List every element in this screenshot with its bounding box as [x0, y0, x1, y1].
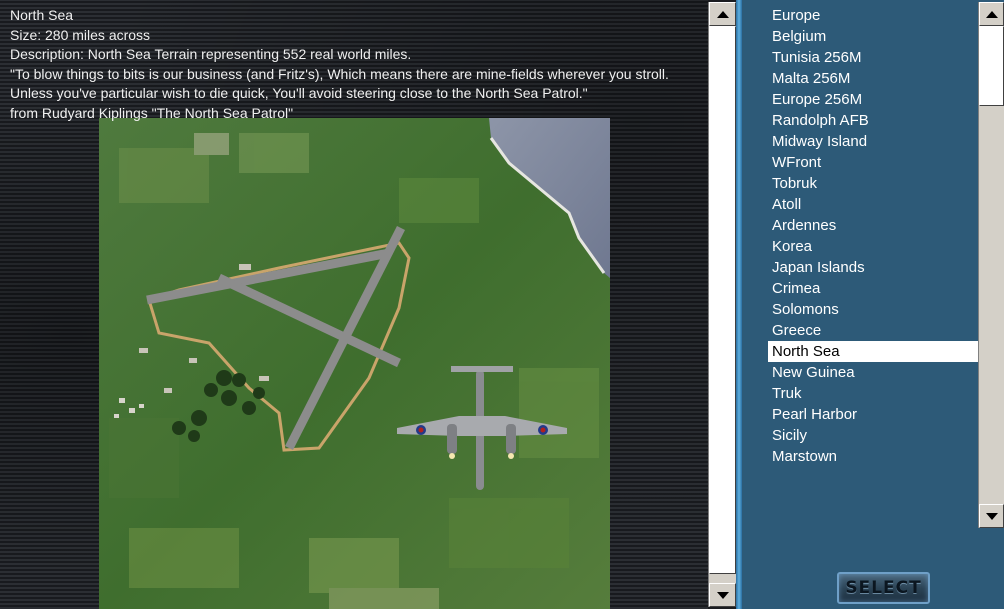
map-list-item[interactable]: Pearl Harbor [768, 404, 978, 425]
arrow-up-icon [716, 10, 729, 18]
map-list-item[interactable]: Midway Island [768, 131, 978, 152]
map-list-item[interactable]: Tunisia 256M [768, 47, 978, 68]
map-list-item[interactable]: Europe [768, 5, 978, 26]
map-list-item[interactable]: Sicily [768, 425, 978, 446]
map-list: Europe Belgium Tunisia 256M Malta 256M Europ… [768, 5, 978, 467]
scroll-thumb[interactable] [979, 26, 1004, 106]
map-list-item[interactable]: North Sea [768, 341, 978, 362]
arrow-up-icon [985, 10, 998, 18]
map-list-item[interactable]: Korea [768, 236, 978, 257]
map-list-item[interactable]: WFront [768, 152, 978, 173]
map-list-item[interactable]: Crimea [768, 278, 978, 299]
map-list-item[interactable]: Ardennes [768, 215, 978, 236]
scroll-up-button[interactable] [979, 2, 1004, 26]
select-button[interactable]: SELECT [837, 572, 930, 604]
map-quote: "To blow things to bits is our business … [10, 65, 669, 102]
map-info-panel: North Sea Size: 280 miles across Descrip… [0, 0, 708, 609]
scroll-thumb[interactable] [709, 26, 736, 574]
description-scrollbar[interactable] [708, 2, 736, 607]
map-quote-attribution: from Rudyard Kiplings "The North Sea Pat… [10, 104, 294, 121]
map-list-item[interactable]: Truk [768, 383, 978, 404]
arrow-down-icon [716, 591, 729, 599]
map-list-item[interactable]: Randolph AFB [768, 110, 978, 131]
map-list-item[interactable]: New Guinea [768, 362, 978, 383]
map-list-item[interactable]: Malta 256M [768, 68, 978, 89]
scroll-down-button[interactable] [709, 583, 736, 607]
map-list-item[interactable]: Tobruk [768, 173, 978, 194]
map-description: North Sea Size: 280 miles across Descrip… [10, 6, 705, 123]
terrain-preview-image [99, 118, 610, 609]
scroll-down-button[interactable] [979, 504, 1004, 528]
map-list-item[interactable]: Marstown [768, 446, 978, 467]
map-list-item[interactable]: Solomons [768, 299, 978, 320]
map-list-item[interactable]: Belgium [768, 26, 978, 47]
map-list-item[interactable]: Europe 256M [768, 89, 978, 110]
map-title: North Sea [10, 7, 74, 23]
map-size: Size: 280 miles across [10, 26, 151, 43]
map-list-item[interactable]: Greece [768, 320, 978, 341]
map-list-scrollbar[interactable] [978, 2, 1004, 528]
map-list-item[interactable]: Japan Islands [768, 257, 978, 278]
map-list-item[interactable]: Atoll [768, 194, 978, 215]
map-description-line: Description: North Sea Terrain represent… [10, 46, 412, 62]
arrow-down-icon [985, 512, 998, 520]
scroll-up-button[interactable] [709, 2, 736, 26]
